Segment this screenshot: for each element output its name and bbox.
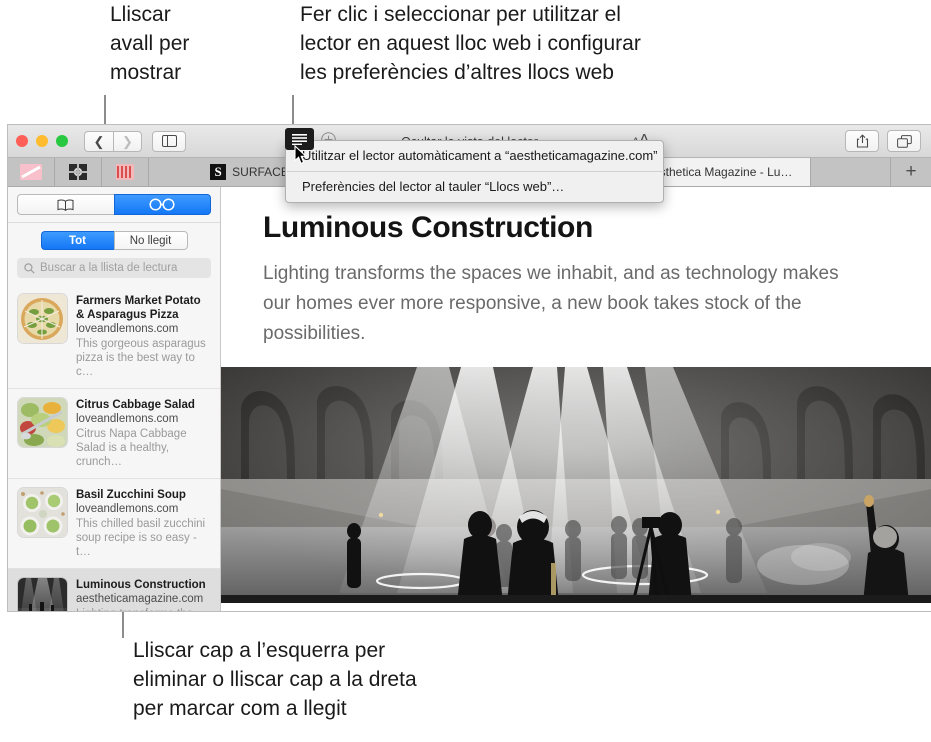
- reading-list-filter: Tot No llegit: [40, 231, 188, 250]
- pinned-tab-1[interactable]: [8, 158, 55, 186]
- article-title: Luminous Construction: [263, 211, 593, 244]
- search-placeholder: Buscar a la llista de lectura: [40, 262, 178, 274]
- list-item-text: Farmers Market Potato & Asparagus Pizza …: [76, 294, 211, 379]
- list-item[interactable]: Basil Zucchini Soup loveandlemons.com Th…: [8, 479, 220, 569]
- reader-view-button[interactable]: [285, 128, 314, 150]
- back-button[interactable]: ❮: [84, 130, 113, 152]
- pinned-tab-3[interactable]: [102, 158, 149, 186]
- sidebar-mode-bookmarks[interactable]: [17, 194, 114, 215]
- reader-view-icon: [292, 133, 307, 145]
- list-item-title: Citrus Cabbage Salad: [76, 399, 195, 411]
- show-all-tabs-button[interactable]: [887, 130, 921, 152]
- list-item-text: Citrus Cabbage Salad loveandlemons.com C…: [76, 398, 211, 469]
- list-item-title: Farmers Market Potato & Asparagus Pizza: [76, 295, 201, 321]
- red-stripes-favicon: [116, 164, 134, 180]
- list-item[interactable]: Citrus Cabbage Salad loveandlemons.com C…: [8, 389, 220, 479]
- list-item-text: Luminous Construction aestheticamagazine…: [76, 578, 211, 611]
- pink-stripe-favicon: [20, 164, 42, 180]
- salad-thumbnail-image: [18, 398, 67, 447]
- sidebar-mode-reading-list[interactable]: [113, 194, 211, 215]
- window-traffic-lights: [16, 135, 68, 147]
- chevron-left-icon: ❮: [93, 133, 105, 149]
- reading-list[interactable]: Farmers Market Potato & Asparagus Pizza …: [8, 285, 220, 611]
- safari-window: ❮ ❯ Ocultar la vista del lector: [8, 125, 931, 611]
- tab-title: Aesthetica Magazine - Lumino…: [645, 165, 802, 179]
- list-item-snippet: Citrus Napa Cabbage Salad is a healthy, …: [76, 428, 187, 468]
- reader-content-pane: Luminous Construction Lighting transform…: [221, 187, 931, 611]
- list-item-text: Basil Zucchini Soup loveandlemons.com Th…: [76, 488, 211, 559]
- filter-unread[interactable]: No llegit: [113, 231, 188, 250]
- callout-scroll-down: Lliscar avall per mostrar: [110, 3, 190, 84]
- list-item-domain: aestheticamagazine.com: [76, 593, 204, 605]
- list-item-snippet: This chilled basil zucchini soup recipe …: [76, 518, 206, 558]
- list-item-domain: loveandlemons.com: [76, 323, 179, 335]
- search-icon: [24, 262, 35, 274]
- zoom-window-button[interactable]: [56, 135, 68, 147]
- close-window-button[interactable]: [16, 135, 28, 147]
- soup-thumbnail-image: [18, 488, 67, 537]
- filter-all[interactable]: Tot: [40, 231, 114, 250]
- callout-reader-menu: Fer clic i seleccionar per utilitzar el …: [300, 3, 641, 84]
- glasses-icon: [149, 198, 175, 211]
- pizza-thumbnail-image: [18, 294, 67, 343]
- salad-thumbnail: [18, 398, 67, 447]
- list-item[interactable]: Farmers Market Potato & Asparagus Pizza …: [8, 285, 220, 389]
- menu-item-reader-preferences[interactable]: Preferències del lector al tauler “Llocs…: [286, 172, 663, 202]
- installation-thumbnail: [18, 578, 67, 611]
- navigation-buttons: ❮ ❯: [84, 130, 142, 152]
- share-icon: [856, 134, 868, 148]
- pizza-thumbnail: [18, 294, 67, 343]
- tab-title: SURFACE: [232, 165, 289, 179]
- installation-thumbnail-image: [18, 578, 67, 611]
- list-item-snippet: Lighting transforms the spaces we inhabi…: [76, 607, 211, 611]
- search-input[interactable]: Buscar a la llista de lectura: [17, 258, 211, 278]
- new-tab-button[interactable]: +: [890, 158, 931, 186]
- toolbar-right-buttons: [845, 130, 921, 152]
- list-item-domain: loveandlemons.com: [76, 413, 179, 425]
- sidebar-toggle-icon: [161, 135, 177, 147]
- menu-item-auto-reader[interactable]: Utilitzar el lector automàticament a “ae…: [286, 141, 663, 171]
- list-item[interactable]: Luminous Construction aestheticamagazine…: [8, 569, 220, 611]
- search-container: Buscar a la llista de lectura: [8, 250, 220, 285]
- reader-settings-menu[interactable]: Utilitzar el lector automàticament a “ae…: [285, 140, 664, 203]
- list-item-title: Luminous Construction: [76, 579, 206, 591]
- reading-list-filter-row: Tot No llegit: [8, 223, 220, 250]
- sidebar-toggle-button[interactable]: [152, 130, 186, 152]
- sidebar: Tot No llegit Buscar a la llista de lect…: [8, 187, 221, 611]
- light-beam-installation-photo: [221, 367, 931, 603]
- soup-thumbnail: [18, 488, 67, 537]
- letter-s-favicon: S: [210, 164, 227, 180]
- chevron-right-icon: ❯: [122, 133, 133, 149]
- pinned-tab-2[interactable]: [55, 158, 102, 186]
- show-all-tabs-icon: [896, 134, 912, 148]
- list-item-snippet: This gorgeous asparagus pizza is the bes…: [76, 338, 206, 378]
- list-item-domain: loveandlemons.com: [76, 503, 179, 515]
- callout-swipe-actions: Lliscar cap a l’esquerra per eliminar o …: [133, 639, 417, 720]
- book-icon: [57, 199, 74, 211]
- sidebar-mode-switcher: [8, 187, 220, 223]
- window-body: Tot No llegit Buscar a la llista de lect…: [8, 187, 931, 611]
- article-hero-image: [221, 367, 931, 603]
- forward-button[interactable]: ❯: [113, 130, 142, 152]
- minimize-window-button[interactable]: [36, 135, 48, 147]
- article: Luminous Construction Lighting transform…: [221, 187, 931, 349]
- article-standfirst: Lighting transforms the spaces we inhabi…: [263, 263, 839, 344]
- list-item-title: Basil Zucchini Soup: [76, 489, 186, 501]
- dark-pattern-favicon: [69, 164, 87, 180]
- share-button[interactable]: [845, 130, 879, 152]
